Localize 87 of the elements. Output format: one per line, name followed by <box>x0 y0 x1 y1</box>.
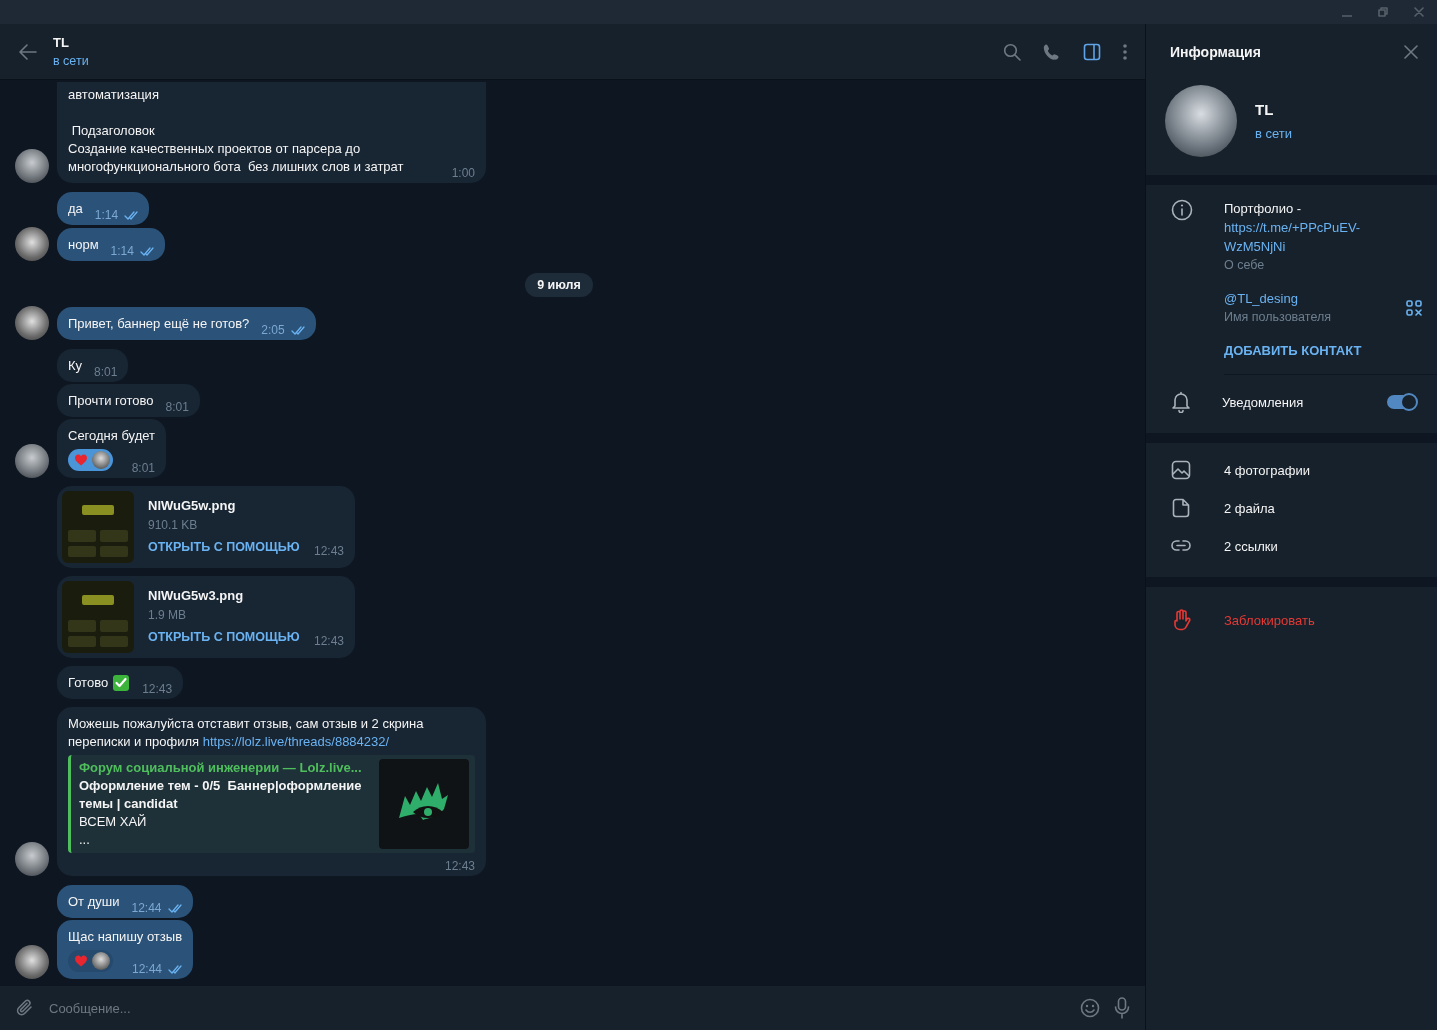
message-text: От души <box>68 893 120 911</box>
heart-icon <box>74 453 88 467</box>
message-text: Готово <box>68 674 109 692</box>
media-count: 4 фотографии <box>1224 462 1310 478</box>
media-count: 2 файла <box>1224 500 1275 516</box>
message-text: да <box>68 200 83 218</box>
block-button[interactable]: Заблокировать <box>1146 587 1437 653</box>
preview-description: ВСЕМ ХАЙ ... <box>79 813 148 849</box>
bio-link[interactable]: https://t.me/+PPcPuEV-WzM5NjNi <box>1224 218 1374 256</box>
preview-site-name: Форум социальной инженерии — Lolz.live... <box>79 759 363 777</box>
message-time: 12:43 <box>313 634 344 648</box>
add-contact-button[interactable]: ДОБАВИТЬ КОНТАКТ <box>1224 341 1437 374</box>
message-text: автоматизация Подзаголовок Создание качественных проектов от парсера до многофункционального бота без лишних слов и затрат <box>68 86 405 176</box>
phone-icon[interactable] <box>1043 42 1061 61</box>
message-time: 12:43 <box>444 859 475 873</box>
reaction-pill[interactable] <box>68 950 113 972</box>
message-text: Привет, баннер ещё не готов? <box>68 315 250 333</box>
media-row[interactable]: 2 файла <box>1146 489 1437 527</box>
panel-title: Информация <box>1170 43 1261 60</box>
message-time: 12:44 <box>131 901 162 915</box>
file-icon <box>1171 498 1191 518</box>
profile-status: в сети <box>1255 126 1293 141</box>
message-time: 12:44 <box>132 962 163 976</box>
message-time: 1:14 <box>94 208 119 222</box>
qr-code-icon[interactable] <box>1406 300 1422 316</box>
avatar[interactable] <box>15 842 49 876</box>
chat-name: TL <box>53 35 70 50</box>
microphone-icon[interactable] <box>1114 997 1130 1019</box>
message-link[interactable]: https://lolz.live/threads/8884232/ <box>202 734 390 749</box>
media-row[interactable]: 2 ссылки <box>1146 527 1437 565</box>
message-time: 1:00 <box>451 166 475 180</box>
message-text: Прочти готово <box>68 392 154 410</box>
bio-label: О себе <box>1224 257 1266 274</box>
more-icon[interactable] <box>1123 42 1127 61</box>
image-thumbnail[interactable] <box>62 581 134 653</box>
file-size: 910.1 KB <box>148 518 199 532</box>
smiley-icon[interactable] <box>1080 998 1100 1018</box>
image-thumbnail[interactable] <box>62 491 134 563</box>
message-time: 8:01 <box>131 461 155 475</box>
message-text: Сегодня будет <box>68 427 155 445</box>
message-time: 2:05 <box>261 323 285 337</box>
message-text: Щас напишу отзыв <box>68 928 183 946</box>
open-with-link[interactable]: ОТКРЫТЬ С ПОМОЩЬЮ <box>148 630 300 644</box>
preview-title: Оформление тем - 0/5 Баннер|оформление темы | candidat <box>79 777 363 813</box>
avatar[interactable] <box>15 945 49 979</box>
heart-icon <box>74 954 88 968</box>
message-time: 12:43 <box>313 544 344 558</box>
paperclip-icon[interactable] <box>15 998 35 1018</box>
notifications-toggle[interactable] <box>1387 395 1417 409</box>
notifications-label: Уведомления <box>1222 394 1305 410</box>
profile-name: TL <box>1255 101 1275 118</box>
message-time: 8:01 <box>94 365 118 379</box>
media-row[interactable]: 4 фотографии <box>1146 451 1437 489</box>
file-name: NlWuG5w.png <box>148 498 237 513</box>
media-count: 2 ссылки <box>1224 538 1278 554</box>
message-input[interactable]: Сообщение... <box>49 994 1066 1022</box>
info-icon <box>1171 199 1193 221</box>
open-with-link[interactable]: ОТКРЫТЬ С ПОМОЩЬЮ <box>148 540 300 554</box>
hand-icon <box>1171 609 1191 631</box>
avatar[interactable] <box>15 227 49 261</box>
avatar[interactable] <box>15 149 49 183</box>
message-text: Можешь пожалуйста отставит отзыв, сам отзыв и 2 скрина переписки и профиля https://lolz.live/threads/8884232/ <box>68 715 425 751</box>
message-text: Ку <box>68 357 83 375</box>
message-text: норм <box>68 236 99 254</box>
side-panel-icon[interactable] <box>1083 42 1101 61</box>
photo-icon <box>1171 460 1191 480</box>
chat-status: в сети <box>53 54 90 68</box>
link-preview[interactable]: Форум социальной инженерии — Lolz.live... Оформление тем - 0/5 Баннер|оформление темы | candidat ВСЕМ ХАЙ ... <box>68 755 475 853</box>
reaction-pill[interactable] <box>68 449 113 471</box>
message-time: 8:01 <box>165 400 189 414</box>
bio-text: Портфолио - <box>1224 200 1303 218</box>
username-link[interactable]: @TL_desing <box>1224 289 1331 308</box>
bell-icon <box>1171 391 1191 413</box>
username-label: Имя пользователя <box>1224 309 1331 326</box>
back-arrow-icon[interactable] <box>19 43 37 60</box>
file-size: 1.9 MB <box>148 608 187 622</box>
date-badge: 9 июля <box>525 273 593 297</box>
avatar[interactable] <box>15 444 49 478</box>
message-time: 1:14 <box>110 244 134 258</box>
reactor-avatar <box>92 952 110 970</box>
message-composer[interactable]: Сообщение... <box>0 986 1145 1030</box>
avatar[interactable] <box>15 306 49 340</box>
reactor-avatar <box>92 451 110 469</box>
file-name: NlWuG5w3.png <box>148 588 245 603</box>
search-icon[interactable] <box>1003 42 1021 61</box>
close-icon[interactable] <box>1404 44 1418 59</box>
message-time: 12:43 <box>142 682 173 696</box>
